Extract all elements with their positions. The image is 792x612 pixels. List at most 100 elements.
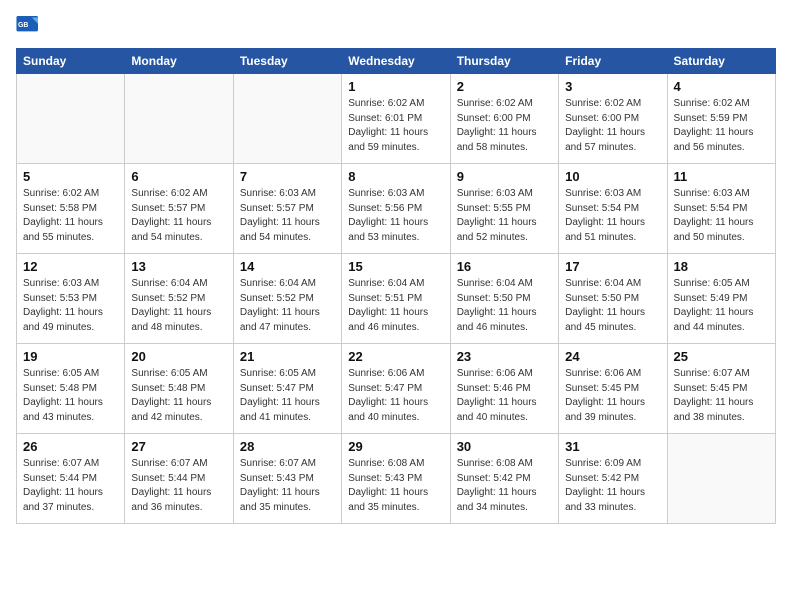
svg-text:GB: GB [18,22,28,29]
day-info: Sunrise: 6:02 AM Sunset: 6:00 PM Dayligh… [565,97,660,155]
weekday-header-thursday: Thursday [450,49,558,74]
day-number: 16 [457,259,552,274]
weekday-header-wednesday: Wednesday [342,49,450,74]
day-number: 8 [348,169,443,184]
day-info: Sunrise: 6:03 AM Sunset: 5:54 PM Dayligh… [674,187,769,245]
day-info: Sunrise: 6:05 AM Sunset: 5:47 PM Dayligh… [240,367,335,425]
day-cell: 21 Sunrise: 6:05 AM Sunset: 5:47 PM Dayli… [233,344,341,434]
day-cell: 25 Sunrise: 6:07 AM Sunset: 5:45 PM Dayli… [667,344,775,434]
week-row-4: 26 Sunrise: 6:07 AM Sunset: 5:44 PM Dayli… [17,434,776,524]
day-number: 24 [565,349,660,364]
day-info: Sunrise: 6:04 AM Sunset: 5:51 PM Dayligh… [348,277,443,335]
day-info: Sunrise: 6:07 AM Sunset: 5:44 PM Dayligh… [131,457,226,515]
day-cell: 3Sunrise: 6:02 AM Sunset: 6:00 PM Daylig… [559,74,667,164]
day-number: 7 [240,169,335,184]
day-number: 30 [457,439,552,454]
day-cell: 20Sunrise: 6:05 AM Sunset: 5:48 PM Dayli… [125,344,233,434]
day-info: Sunrise: 6:03 AM Sunset: 5:53 PM Dayligh… [23,277,118,335]
day-cell: 28 Sunrise: 6:07 AM Sunset: 5:43 PM Dayli… [233,434,341,524]
day-info: Sunrise: 6:03 AM Sunset: 5:54 PM Dayligh… [565,187,660,245]
day-cell [233,74,341,164]
day-info: Sunrise: 6:02 AM Sunset: 5:58 PM Dayligh… [23,187,118,245]
day-info: Sunrise: 6:02 AM Sunset: 5:59 PM Dayligh… [674,97,769,155]
day-cell: 24 Sunrise: 6:06 AM Sunset: 5:45 PM Dayli… [559,344,667,434]
day-cell: 6 Sunrise: 6:02 AM Sunset: 5:57 PM Daylig… [125,164,233,254]
day-number: 15 [348,259,443,274]
day-cell: 4 Sunrise: 6:02 AM Sunset: 5:59 PM Daylig… [667,74,775,164]
day-number: 18 [674,259,769,274]
day-number: 11 [674,169,769,184]
day-cell: 12 Sunrise: 6:03 AM Sunset: 5:53 PM Dayli… [17,254,125,344]
day-cell: 23 Sunrise: 6:06 AM Sunset: 5:46 PM Dayli… [450,344,558,434]
day-cell: 31 Sunrise: 6:09 AM Sunset: 5:42 PM Dayli… [559,434,667,524]
weekday-header-tuesday: Tuesday [233,49,341,74]
day-number: 5 [23,169,118,184]
day-number: 22 [348,349,443,364]
day-info: Sunrise: 6:06 AM Sunset: 5:47 PM Dayligh… [348,367,443,425]
day-number: 29 [348,439,443,454]
day-info: Sunrise: 6:04 AM Sunset: 5:50 PM Dayligh… [565,277,660,335]
day-info: Sunrise: 6:08 AM Sunset: 5:43 PM Dayligh… [348,457,443,515]
day-cell: 15 Sunrise: 6:04 AM Sunset: 5:51 PM Dayli… [342,254,450,344]
day-number: 4 [674,79,769,94]
week-row-2: 12 Sunrise: 6:03 AM Sunset: 5:53 PM Dayli… [17,254,776,344]
header: GB [16,16,776,36]
day-cell: 27 Sunrise: 6:07 AM Sunset: 5:44 PM Dayli… [125,434,233,524]
day-info: Sunrise: 6:06 AM Sunset: 5:46 PM Dayligh… [457,367,552,425]
day-info: Sunrise: 6:03 AM Sunset: 5:55 PM Dayligh… [457,187,552,245]
day-cell: 5 Sunrise: 6:02 AM Sunset: 5:58 PM Daylig… [17,164,125,254]
day-number: 21 [240,349,335,364]
day-cell: 10 Sunrise: 6:03 AM Sunset: 5:54 PM Dayli… [559,164,667,254]
calendar-table: SundayMondayTuesdayWednesdayThursdayFrid… [16,48,776,524]
day-number: 25 [674,349,769,364]
weekday-header-friday: Friday [559,49,667,74]
day-cell: 14Sunrise: 6:04 AM Sunset: 5:52 PM Dayli… [233,254,341,344]
day-cell [17,74,125,164]
logo: GB [16,16,44,36]
day-number: 26 [23,439,118,454]
day-info: Sunrise: 6:02 AM Sunset: 6:00 PM Dayligh… [457,97,552,155]
day-number: 13 [131,259,226,274]
day-info: Sunrise: 6:05 AM Sunset: 5:49 PM Dayligh… [674,277,769,335]
day-number: 19 [23,349,118,364]
weekday-header-sunday: Sunday [17,49,125,74]
day-cell: 30 Sunrise: 6:08 AM Sunset: 5:42 PM Dayli… [450,434,558,524]
day-info: Sunrise: 6:07 AM Sunset: 5:44 PM Dayligh… [23,457,118,515]
day-number: 31 [565,439,660,454]
day-info: Sunrise: 6:04 AM Sunset: 5:52 PM Dayligh… [240,277,335,335]
day-number: 23 [457,349,552,364]
day-cell [125,74,233,164]
day-number: 28 [240,439,335,454]
day-cell: 26 Sunrise: 6:07 AM Sunset: 5:44 PM Dayli… [17,434,125,524]
day-info: Sunrise: 6:04 AM Sunset: 5:50 PM Dayligh… [457,277,552,335]
day-cell [667,434,775,524]
day-info: Sunrise: 6:08 AM Sunset: 5:42 PM Dayligh… [457,457,552,515]
day-info: Sunrise: 6:07 AM Sunset: 5:43 PM Dayligh… [240,457,335,515]
week-row-0: 1 Sunrise: 6:02 AM Sunset: 6:01 PM Daylig… [17,74,776,164]
day-cell: 18 Sunrise: 6:05 AM Sunset: 5:49 PM Dayli… [667,254,775,344]
day-number: 27 [131,439,226,454]
day-cell: 16 Sunrise: 6:04 AM Sunset: 5:50 PM Dayli… [450,254,558,344]
day-cell: 17 Sunrise: 6:04 AM Sunset: 5:50 PM Dayli… [559,254,667,344]
day-number: 2 [457,79,552,94]
day-info: Sunrise: 6:02 AM Sunset: 6:01 PM Dayligh… [348,97,443,155]
day-info: Sunrise: 6:09 AM Sunset: 5:42 PM Dayligh… [565,457,660,515]
day-info: Sunrise: 6:02 AM Sunset: 5:57 PM Dayligh… [131,187,226,245]
day-number: 20 [131,349,226,364]
week-row-1: 5 Sunrise: 6:02 AM Sunset: 5:58 PM Daylig… [17,164,776,254]
day-info: Sunrise: 6:03 AM Sunset: 5:57 PM Dayligh… [240,187,335,245]
day-cell: 9Sunrise: 6:03 AM Sunset: 5:55 PM Daylig… [450,164,558,254]
week-row-3: 19 Sunrise: 6:05 AM Sunset: 5:48 PM Dayli… [17,344,776,434]
day-info: Sunrise: 6:07 AM Sunset: 5:45 PM Dayligh… [674,367,769,425]
day-number: 10 [565,169,660,184]
day-cell: 8Sunrise: 6:03 AM Sunset: 5:56 PM Daylig… [342,164,450,254]
day-number: 17 [565,259,660,274]
day-number: 6 [131,169,226,184]
day-number: 1 [348,79,443,94]
day-info: Sunrise: 6:06 AM Sunset: 5:45 PM Dayligh… [565,367,660,425]
day-number: 12 [23,259,118,274]
day-cell: 1 Sunrise: 6:02 AM Sunset: 6:01 PM Daylig… [342,74,450,164]
day-info: Sunrise: 6:05 AM Sunset: 5:48 PM Dayligh… [23,367,118,425]
day-cell: 11 Sunrise: 6:03 AM Sunset: 5:54 PM Dayli… [667,164,775,254]
weekday-header-saturday: Saturday [667,49,775,74]
